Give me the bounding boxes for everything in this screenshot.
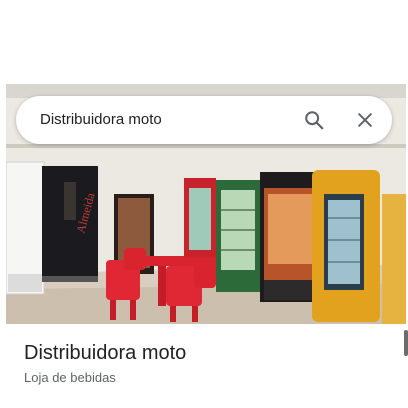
scrollbar[interactable] [404,330,408,356]
place-name: Distribuidora moto [24,342,187,364]
close-icon[interactable] [349,104,381,136]
search-icon[interactable] [298,104,330,136]
search-bar[interactable]: Distribuidora moto [16,96,392,144]
place-category: Loja de bebidas [24,370,116,385]
search-input[interactable]: Distribuidora moto [40,96,162,144]
